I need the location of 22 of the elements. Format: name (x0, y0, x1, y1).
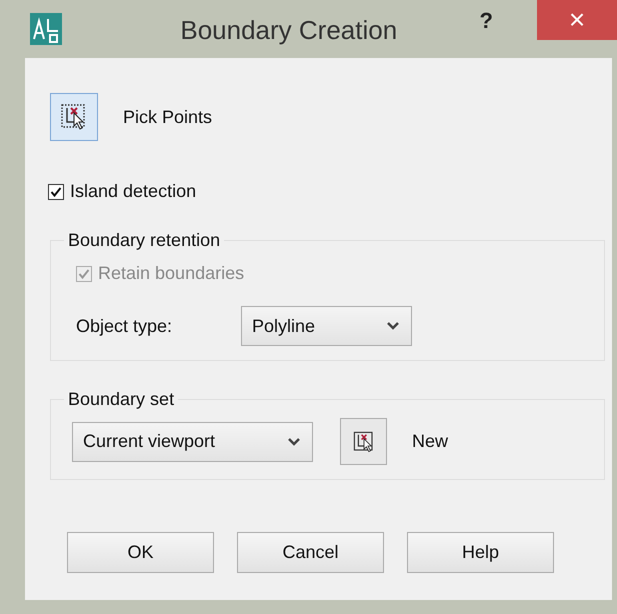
checkbox-label: Retain boundaries (98, 263, 244, 284)
checkbox-label: Island detection (70, 181, 196, 202)
window-title: Boundary Creation (179, 15, 398, 46)
group-title: Boundary retention (67, 230, 222, 251)
checkbox[interactable] (48, 184, 64, 200)
pick-points-icon (352, 430, 376, 454)
field-label: Object type: (76, 316, 174, 336)
new-selection-button[interactable] (340, 418, 387, 465)
chevron-down-icon (387, 322, 399, 330)
dialog-button[interactable]: Cancel (237, 532, 384, 573)
group-title: Boundary set (67, 389, 176, 410)
help-button[interactable]: ? (476, 8, 497, 34)
pick-points-label: Pick Points (123, 106, 212, 128)
chevron-down-icon (288, 438, 300, 446)
object-type-dropdown[interactable]: Polyline (241, 306, 412, 346)
dialog-button[interactable]: OK (67, 532, 214, 573)
close-button[interactable]: × (537, 0, 617, 40)
boundary-set-dropdown[interactable]: Current viewport (72, 422, 313, 462)
new-label: New (412, 431, 448, 452)
dialog-button[interactable]: Help (407, 532, 554, 573)
pick-points-button[interactable] (50, 93, 98, 141)
app-icon (30, 13, 62, 45)
